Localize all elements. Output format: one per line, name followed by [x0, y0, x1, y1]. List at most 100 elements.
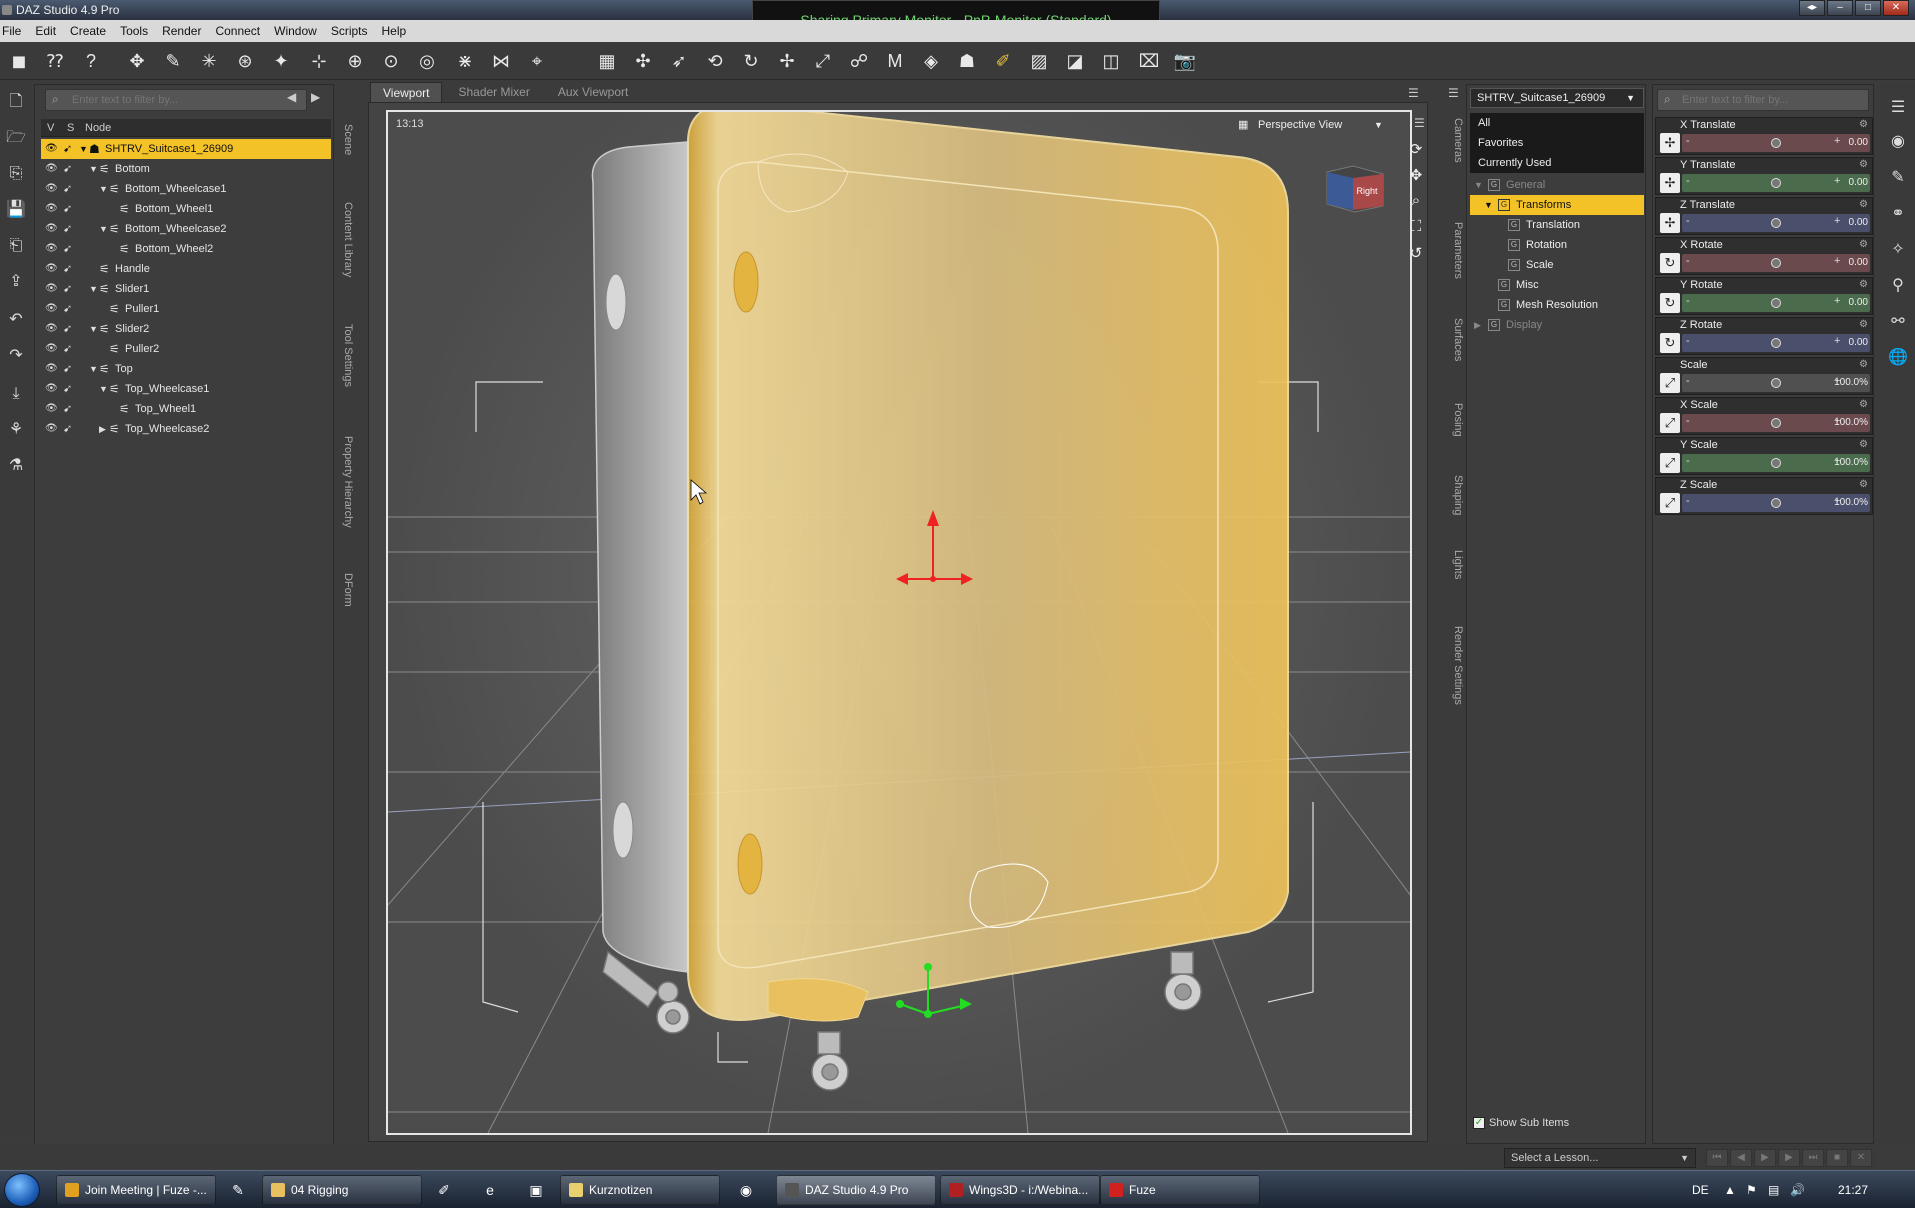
network-icon[interactable]: ▤: [1768, 1183, 1779, 1197]
view-cube[interactable]: Right: [1323, 162, 1387, 214]
orbit-icon[interactable]: ⟲: [702, 48, 728, 74]
menu-scripts[interactable]: Scripts: [331, 24, 368, 38]
minus-icon[interactable]: -: [1686, 175, 1690, 187]
scene-node-top[interactable]: 👁 ➹ ▼ ⚟ Top: [41, 359, 331, 379]
export-icon[interactable]: ⇪: [4, 270, 28, 294]
eye-icon[interactable]: 👁: [45, 263, 59, 275]
scene-node-slider1[interactable]: 👁 ➹ ▼ ⚟ Slider1: [41, 279, 331, 299]
menu-create[interactable]: Create: [70, 24, 106, 38]
pointer-icon[interactable]: ➹: [63, 239, 72, 259]
pointer-icon[interactable]: ➹: [63, 399, 72, 419]
menu-edit[interactable]: Edit: [35, 24, 56, 38]
scale-icon[interactable]: ⤢: [810, 48, 836, 74]
tab-cameras[interactable]: Cameras: [1446, 110, 1464, 170]
region-nav-icon[interactable]: ⊕: [342, 48, 368, 74]
lesson-last-icon[interactable]: ⏭: [1802, 1149, 1824, 1167]
pointer-icon[interactable]: ➹: [63, 319, 72, 339]
start-button[interactable]: [4, 1173, 40, 1207]
tab-parameters[interactable]: Parameters: [1446, 210, 1464, 290]
slider-track[interactable]: - +0.00: [1682, 334, 1870, 352]
quicklaunch-ie-icon[interactable]: e: [478, 1178, 502, 1202]
expand-arrow-icon[interactable]: ▼: [79, 139, 88, 159]
help-icon[interactable]: ?: [78, 48, 104, 74]
show-sub-items-checkbox[interactable]: ✓ Show Sub Items: [1473, 1117, 1569, 1130]
slider-scale[interactable]: Scale ⚙ ⤢ - +100.0%: [1655, 357, 1873, 395]
slider-value[interactable]: 0.00: [1849, 217, 1868, 228]
eye-icon[interactable]: 👁: [45, 403, 59, 415]
tab-aux-viewport[interactable]: Aux Viewport: [546, 82, 640, 102]
slider-knob[interactable]: [1771, 458, 1781, 468]
scene-node-bottom-wheel2[interactable]: 👁 ➹ ⚟ Bottom_Wheel2: [41, 239, 331, 259]
param-group-rotation[interactable]: G Rotation: [1470, 235, 1644, 255]
slider-track[interactable]: - +0.00: [1682, 254, 1870, 272]
expand-arrow-icon[interactable]: ▼: [89, 319, 98, 339]
rotate-tool-icon[interactable]: ✳: [196, 48, 222, 74]
menu-render[interactable]: Render: [162, 24, 201, 38]
eye-icon[interactable]: 👁: [45, 383, 59, 395]
surface-selection-icon[interactable]: ⋇: [452, 48, 478, 74]
geometry-editor-icon[interactable]: ◎: [414, 48, 440, 74]
menu-help[interactable]: Help: [382, 24, 407, 38]
expand-arrow-icon[interactable]: ▼: [1484, 195, 1493, 215]
spot-render-icon[interactable]: ⋈: [488, 48, 514, 74]
pointer-icon[interactable]: ➹: [63, 299, 72, 319]
taskbar-04-rigging[interactable]: 04 Rigging: [262, 1175, 422, 1205]
param-group-scale[interactable]: G Scale: [1470, 255, 1644, 275]
redo-icon[interactable]: ↷: [4, 344, 28, 368]
figure-icon[interactable]: ☗: [954, 48, 980, 74]
minus-icon[interactable]: -: [1686, 375, 1690, 387]
eye-icon[interactable]: 👁: [45, 283, 59, 295]
merge-icon[interactable]: ⎘: [4, 162, 28, 186]
menu-connect[interactable]: Connect: [215, 24, 260, 38]
pointer-icon[interactable]: ➹: [63, 379, 72, 399]
taskbar-fuze[interactable]: Fuze: [1100, 1175, 1260, 1205]
tab-posing[interactable]: Posing: [1446, 390, 1464, 450]
undo-icon[interactable]: ↶: [4, 308, 28, 332]
daz-logo-icon[interactable]: ◼: [6, 48, 32, 74]
slider-knob[interactable]: [1771, 498, 1781, 508]
slider-track[interactable]: - +0.00: [1682, 134, 1870, 152]
eye-icon[interactable]: 👁: [45, 143, 59, 155]
maximize-icon[interactable]: □: [1855, 0, 1881, 16]
slider-value[interactable]: 0.00: [1849, 257, 1868, 268]
scene-node-puller1[interactable]: 👁 ➹ ⚟ Puller1: [41, 299, 331, 319]
node-column-header[interactable]: Node: [85, 122, 111, 134]
scene-node-handle[interactable]: 👁 ➹ ⚟ Handle: [41, 259, 331, 279]
param-group-display[interactable]: ▶ G Display: [1470, 315, 1644, 335]
expand-arrow-icon[interactable]: ▼: [89, 159, 98, 179]
restore-icon[interactable]: ◂▸: [1799, 0, 1825, 16]
filter-currently-used[interactable]: Currently Used: [1470, 153, 1644, 173]
expand-arrow-icon[interactable]: ▼: [99, 379, 108, 399]
plus-icon[interactable]: +: [1834, 135, 1840, 147]
minus-icon[interactable]: -: [1686, 215, 1690, 227]
gear-icon[interactable]: ⚙: [1859, 159, 1868, 170]
whats-this-icon[interactable]: ⁇: [42, 48, 68, 74]
gear-icon[interactable]: ⚙: [1859, 119, 1868, 130]
pointer-icon[interactable]: ➹: [63, 419, 72, 439]
drop-to-floor-icon[interactable]: ⤓: [4, 382, 28, 406]
param-group-translation[interactable]: G Translation: [1470, 215, 1644, 235]
translate-icon[interactable]: ✢: [774, 48, 800, 74]
parameter-filter[interactable]: ⌕: [1657, 89, 1869, 111]
weight-map-icon[interactable]: ▨: [1026, 48, 1052, 74]
active-pose-icon[interactable]: ✦: [268, 48, 294, 74]
morph-icon[interactable]: M: [882, 48, 908, 74]
visible-column-header[interactable]: V: [47, 122, 54, 134]
eye-icon[interactable]: 👁: [45, 323, 59, 335]
plus-icon[interactable]: +: [1834, 255, 1840, 267]
eye-icon[interactable]: 👁: [45, 303, 59, 315]
slider-y-rotate[interactable]: Y Rotate ⚙ ↻ - +0.00: [1655, 277, 1873, 315]
minus-icon[interactable]: -: [1686, 495, 1690, 507]
slider-knob[interactable]: [1771, 338, 1781, 348]
eye-icon[interactable]: 👁: [45, 163, 59, 175]
scene-filter[interactable]: ⌕: [45, 89, 307, 111]
lesson-play-icon[interactable]: ▶: [1754, 1149, 1776, 1167]
gear-icon[interactable]: ⚙: [1859, 479, 1868, 490]
shader-icon[interactable]: ⚭: [1886, 202, 1910, 226]
figure-tool-icon[interactable]: ⚯: [1886, 310, 1910, 334]
scene-node-bottom[interactable]: 👁 ➹ ▼ ⚟ Bottom: [41, 159, 331, 179]
rotate-icon[interactable]: ↻: [738, 48, 764, 74]
eye-icon[interactable]: 👁: [45, 183, 59, 195]
minus-icon[interactable]: -: [1686, 295, 1690, 307]
lesson-next-icon[interactable]: ▶: [1778, 1149, 1800, 1167]
